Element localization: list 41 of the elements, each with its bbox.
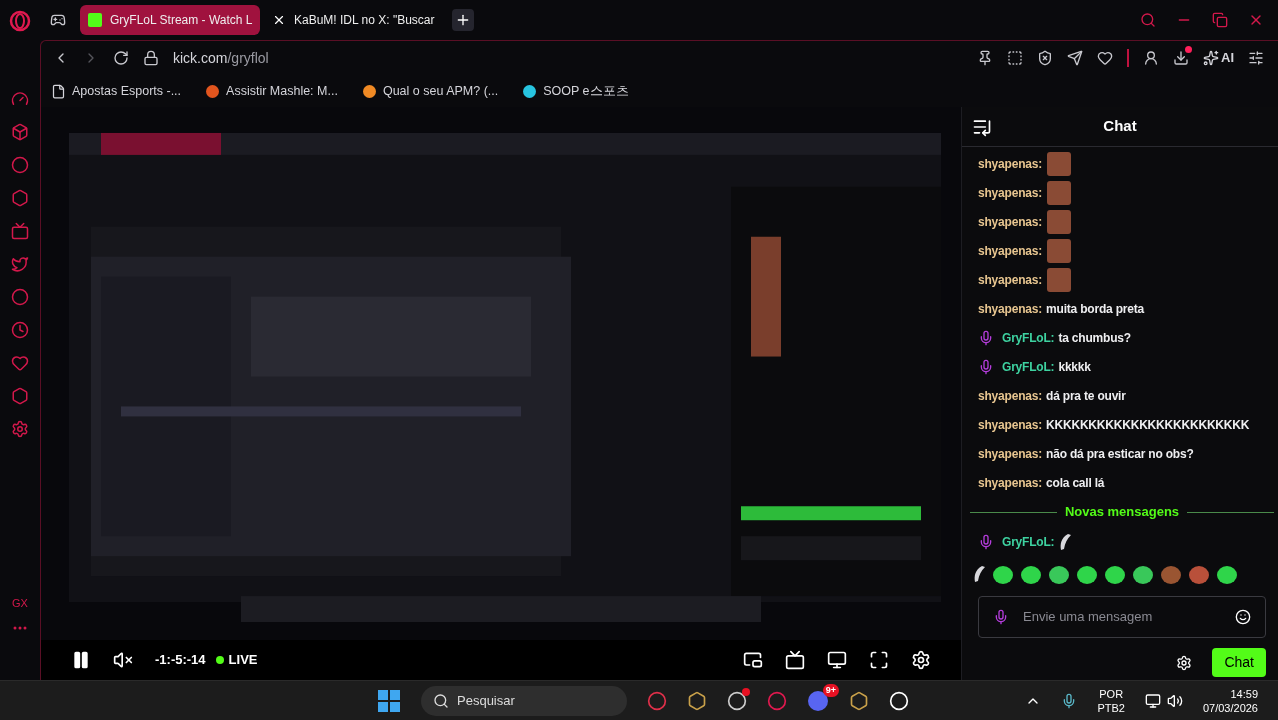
chat-message: dá pra te ouvir xyxy=(1046,387,1126,405)
chat-message: muita borda preta xyxy=(1046,300,1144,318)
chat-message: kkkkk xyxy=(1058,358,1091,376)
chat-username[interactable]: shyapenas: xyxy=(978,154,1043,173)
bookmark[interactable]: SOOP e스포츠 xyxy=(522,81,629,101)
address-field[interactable]: kick.com/gryflol xyxy=(173,47,269,69)
bookmark[interactable]: Apostas Esports -... xyxy=(51,81,182,101)
chat-message: não dá pra esticar no obs? xyxy=(1046,445,1194,463)
chat-username[interactable]: shyapenas: xyxy=(978,241,1043,260)
message-input[interactable]: Envie uma mensagem xyxy=(1023,607,1221,627)
chat-username[interactable]: shyapenas: xyxy=(978,212,1043,231)
bookmark[interactable]: Qual o seu APM? (... xyxy=(361,81,499,101)
message-input-box[interactable]: Envie uma mensagem xyxy=(978,596,1266,638)
chat-username[interactable]: shyapenas: xyxy=(978,415,1043,434)
chat-username[interactable]: shyapenas: xyxy=(978,473,1043,492)
taskbar-search-field[interactable]: Pesquisar xyxy=(421,685,627,716)
live-indicator: LIVE xyxy=(215,650,258,670)
gx-label: GX xyxy=(12,595,28,611)
bookmark[interactable]: Assistir Mashle: M... xyxy=(205,81,338,101)
chat-message: KKKKKKKKKKKKKKKKKKKKKKKK xyxy=(1046,416,1250,434)
chat-username[interactable]: shyapenas: xyxy=(978,386,1043,405)
chat-title: Chat xyxy=(1102,116,1138,137)
chat-username[interactable]: shyapenas: xyxy=(978,183,1043,202)
chat-message: ta chumbus? xyxy=(1058,329,1131,347)
clock: 14:59 07/03/2026 xyxy=(1202,686,1258,715)
browser-tab[interactable]: KaBuM! IDL no X: "Buscar xyxy=(264,5,444,35)
chat-username[interactable]: GryFLoL: xyxy=(1002,357,1055,376)
keyboard-language: POR PTB2 xyxy=(1097,686,1125,715)
chat-username[interactable]: shyapenas: xyxy=(978,299,1043,318)
ai-button[interactable]: AI xyxy=(1203,48,1234,68)
browser-tab[interactable]: GryFLoL Stream - Watch L xyxy=(80,5,260,35)
send-chat-button[interactable]: Chat xyxy=(1212,648,1266,677)
stream-time: -1:-5:-14 xyxy=(155,651,206,670)
chat-message: cola call lá xyxy=(1046,474,1105,492)
chat-username[interactable]: GryFLoL: xyxy=(1002,532,1055,551)
chat-username[interactable]: GryFLoL: xyxy=(1002,328,1055,347)
notification-badge: 9+ xyxy=(822,683,839,697)
search-placeholder: Pesquisar xyxy=(457,691,515,710)
chat-username[interactable]: shyapenas: xyxy=(978,270,1043,289)
new-messages-divider: Novas mensagens xyxy=(1064,503,1180,522)
chat-username[interactable]: shyapenas: xyxy=(978,444,1043,463)
